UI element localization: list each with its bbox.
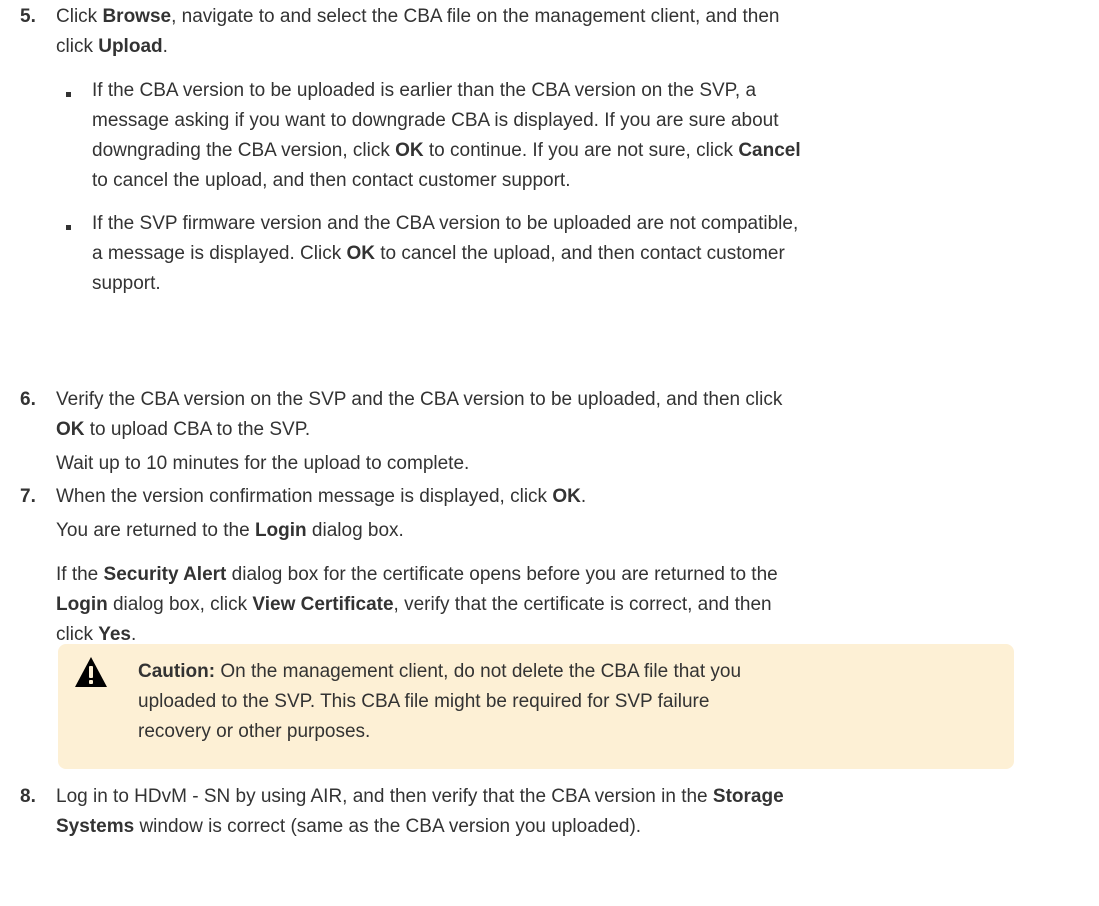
step-number: 7. [20,486,36,507]
bullet-line: If the CBA version to be uploaded is ear… [92,76,1080,106]
text-run: If the CBA version to be uploaded is ear… [92,80,757,101]
text-run: Click [56,6,103,27]
bullet-line: If the SVP firmware version and the CBA … [92,209,1080,239]
warning-icon [75,657,107,687]
bold-term: Login [254,520,307,541]
text-run: to upload CBA to the SVP. [84,419,311,440]
step-body: Verify the CBA version on the SVP and th… [56,385,1080,479]
bold-term: Systems [56,816,135,837]
step-body: When the version confirmation message is… [56,482,1080,650]
text-run: . [580,486,587,507]
bold-term: Login [56,594,108,615]
text-run: If the SVP firmware version and the CBA … [92,213,799,234]
bullet-item: If the SVP firmware version and the CBA … [56,209,1080,299]
text-run: , navigate to and select the CBA file on… [171,6,780,27]
bold-term: View Certificate [252,594,394,615]
paragraph-line: If the Security Alert dialog box for the… [56,560,1080,590]
bold-term: OK [56,419,85,440]
step-note: Wait up to 10 minutes for the upload to … [56,449,1080,479]
step-line: Log in to HDvM - SN by using AIR, and th… [56,782,1080,812]
bullet-line: to cancel the upload, and then contact c… [92,166,1080,196]
text-run: dialog box for the certificate opens bef… [226,564,778,585]
bold-term: Cancel [738,140,801,161]
step-line: Click Browse, navigate to and select the… [56,2,1080,32]
caution-callout: Caution: On the management client, do no… [58,644,1014,769]
bold-term: Yes [98,624,131,645]
bullet-line: downgrading the CBA version, click OK to… [92,136,1080,166]
text-run: support. [92,273,161,294]
text-run: to cancel the upload, and then contact c… [375,243,785,264]
caution-line: Caution: On the management client, do no… [138,657,1008,687]
text-run: click [56,36,99,57]
step-number: 6. [20,389,36,410]
text-run: Wait up to 10 minutes for the upload to … [56,453,470,474]
bullet-line: message asking if you want to downgrade … [92,106,1080,136]
step-number: 8. [20,786,36,807]
bold-term: OK [395,140,424,161]
bold-term: OK [346,243,376,264]
step-number: 5. [20,6,36,27]
bold-term: Storage [712,786,784,807]
text-run: , verify that the certificate is correct… [393,594,772,615]
step-body: Log in to HDvM - SN by using AIR, and th… [56,782,1080,842]
step-paragraph: If the Security Alert dialog box for the… [56,560,1080,650]
text-run: . [162,36,168,57]
text-run: dialog box. [306,520,404,541]
step-line: When the version confirmation message is… [56,482,1080,512]
text-run: You are returned to the [56,520,255,541]
text-run: Log in to HDvM - SN by using AIR, and th… [56,786,713,807]
step-line: Verify the CBA version on the SVP and th… [56,385,1080,415]
caution-line: recovery or other purposes. [138,721,371,742]
bold-term: Upload [98,36,163,57]
text-run: If the [56,564,104,585]
bold-term: OK [552,486,581,507]
text-run: When the version confirmation message is… [56,486,553,507]
step-body: Click Browse, navigate to and select the… [56,2,1080,299]
text-run: downgrading the CBA version, click [92,140,396,161]
caution-label: Caution: [138,661,216,682]
text-run: window is correct (same as the CBA versi… [134,816,642,837]
document: 5. Click Browse, navigate to and select … [0,0,1099,906]
text-run: to continue. If you are not sure, click [423,140,739,161]
text-run: click [56,624,99,645]
bullet-line: a message is displayed. Click OK to canc… [92,239,1080,269]
caution-line: uploaded to the SVP. This CBA file might… [138,691,710,712]
text-run: . [131,624,137,645]
text-run: dialog box, click [107,594,253,615]
bold-term: Browse [102,6,172,27]
paragraph-line: Login dialog box, click View Certificate… [56,590,1080,620]
step-note: You are returned to the Login dialog box… [56,516,1080,546]
text-run: message asking if you want to downgrade … [92,110,779,131]
bullet-line: support. [92,269,1080,299]
step-line: click Upload. [56,32,1080,62]
caution-line-text: On the management client, do not delete … [215,661,742,682]
text-run: a message is displayed. Click [92,243,347,264]
text-run: to cancel the upload, and then contact c… [92,170,571,191]
text-run: Verify the CBA version on the SVP and th… [56,389,783,410]
caution-text: Caution: On the management client, do no… [138,657,1008,747]
bold-term: Security Alert [103,564,227,585]
bullet-item: If the CBA version to be uploaded is ear… [56,76,1080,196]
step-line: Systems window is correct (same as the C… [56,812,1080,842]
step-line: OK to upload CBA to the SVP. [56,415,1080,445]
